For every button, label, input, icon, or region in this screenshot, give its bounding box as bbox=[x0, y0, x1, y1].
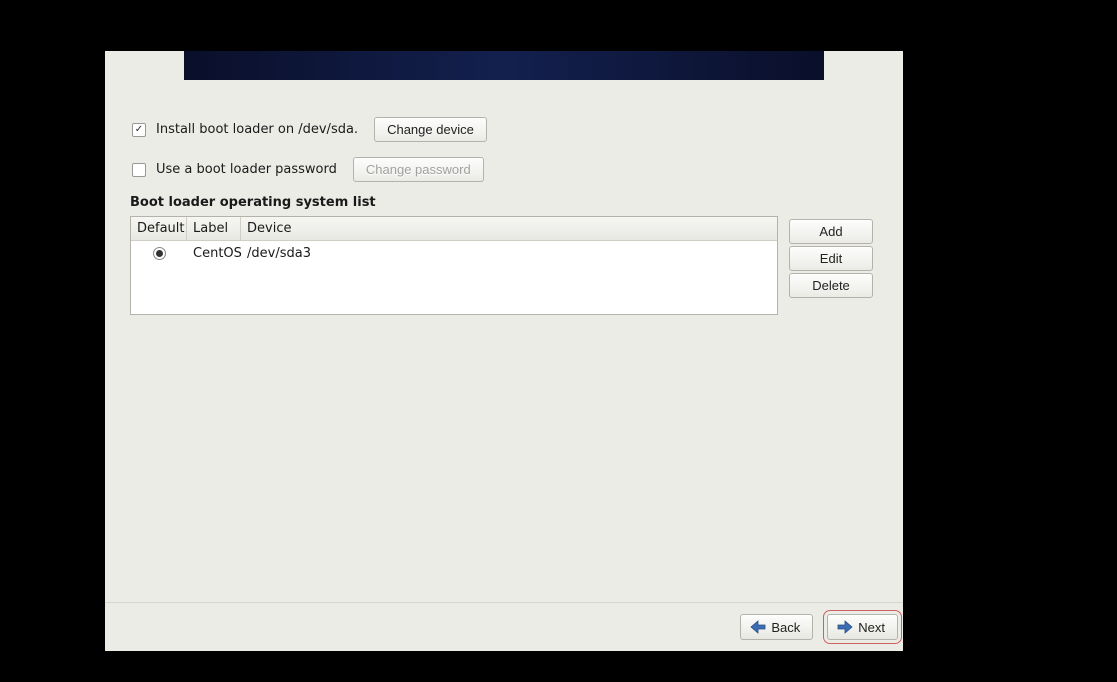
os-list-side-buttons: Add Edit Delete bbox=[789, 219, 873, 298]
back-button-label: Back bbox=[771, 620, 800, 635]
cell-label: CentOS bbox=[187, 241, 241, 265]
edit-button[interactable]: Edit bbox=[789, 246, 873, 271]
bootloader-password-checkbox[interactable] bbox=[132, 163, 146, 177]
header-banner bbox=[184, 51, 824, 80]
arrow-right-icon bbox=[836, 619, 854, 635]
table-row[interactable]: CentOS /dev/sda3 bbox=[131, 241, 777, 265]
table-header: Default Label Device bbox=[131, 217, 777, 241]
cell-device: /dev/sda3 bbox=[241, 241, 777, 265]
col-header-device[interactable]: Device bbox=[241, 217, 777, 240]
install-bootloader-label: Install boot loader on /dev/sda. bbox=[156, 122, 358, 137]
bootloader-password-row: Use a boot loader password Change passwo… bbox=[132, 157, 484, 182]
next-button[interactable]: Next bbox=[827, 614, 898, 640]
os-list-table: Default Label Device CentOS /dev/sda3 bbox=[130, 216, 778, 315]
arrow-left-icon bbox=[749, 619, 767, 635]
col-header-label[interactable]: Label bbox=[187, 217, 241, 240]
install-bootloader-row: Install boot loader on /dev/sda. Change … bbox=[132, 117, 487, 142]
footer-nav: Back Next bbox=[105, 602, 903, 651]
add-button[interactable]: Add bbox=[789, 219, 873, 244]
delete-button[interactable]: Delete bbox=[789, 273, 873, 298]
cell-default[interactable] bbox=[131, 241, 187, 265]
next-button-label: Next bbox=[858, 620, 885, 635]
back-button[interactable]: Back bbox=[740, 614, 813, 640]
change-device-button[interactable]: Change device bbox=[374, 117, 487, 142]
installer-window: Install boot loader on /dev/sda. Change … bbox=[105, 51, 903, 651]
default-radio-icon[interactable] bbox=[153, 247, 166, 260]
install-bootloader-checkbox[interactable] bbox=[132, 123, 146, 137]
os-list-title: Boot loader operating system list bbox=[130, 195, 376, 210]
col-header-default[interactable]: Default bbox=[131, 217, 187, 240]
bootloader-password-label: Use a boot loader password bbox=[156, 162, 337, 177]
change-password-button: Change password bbox=[353, 157, 484, 182]
